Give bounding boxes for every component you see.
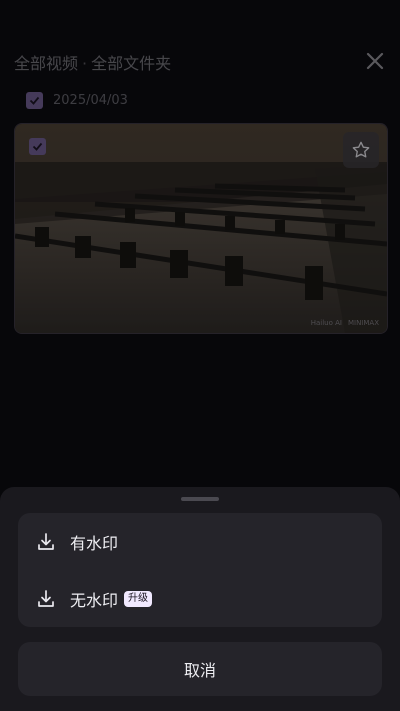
- cancel-button[interactable]: 取消: [18, 642, 382, 696]
- download-options-card: 有水印 无水印 升级: [18, 513, 382, 627]
- download-icon: [38, 589, 54, 607]
- download-icon: [38, 532, 54, 550]
- download-without-watermark-option[interactable]: 无水印 升级: [18, 570, 382, 627]
- upgrade-badge: 升级: [124, 590, 153, 607]
- option-label: 无水印: [70, 590, 119, 610]
- download-with-watermark-option[interactable]: 有水印: [18, 513, 382, 570]
- download-bottom-sheet: 有水印 无水印 升级 取消: [0, 487, 400, 711]
- option-label: 有水印: [70, 533, 119, 553]
- sheet-drag-handle[interactable]: [181, 497, 219, 501]
